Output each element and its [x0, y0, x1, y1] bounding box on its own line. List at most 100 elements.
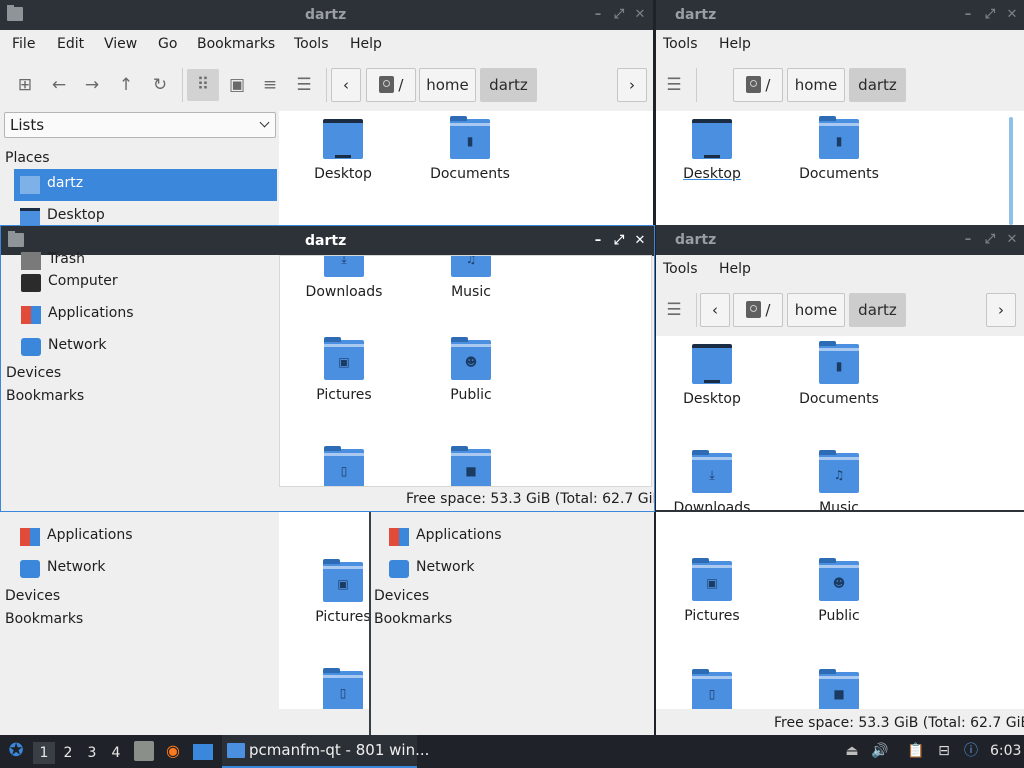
- icon-view-icon[interactable]: ⠿: [187, 69, 219, 101]
- close-icon[interactable]: ✕: [1003, 0, 1021, 30]
- path-root-button[interactable]: /: [733, 68, 783, 102]
- place-item-applications[interactable]: Applications: [14, 521, 277, 553]
- file-item[interactable]: ■: [411, 446, 531, 486]
- vertical-scrollbar[interactable]: [1009, 117, 1013, 225]
- maximize-icon[interactable]: ⤢: [610, 0, 628, 30]
- minimize-icon[interactable]: –: [959, 225, 977, 255]
- forward-icon[interactable]: →: [76, 69, 108, 101]
- maximize-icon[interactable]: ⤢: [610, 226, 628, 256]
- path-scroll-left-button[interactable]: ‹: [700, 293, 730, 327]
- file-item[interactable]: ♫ Music: [779, 450, 899, 510]
- menu-view[interactable]: View: [104, 36, 137, 52]
- file-item[interactable]: ▣ Pictures: [283, 559, 370, 667]
- workspace-4[interactable]: 4: [105, 742, 127, 764]
- eject-icon[interactable]: ⏏: [842, 741, 862, 761]
- file-item[interactable]: ▣ Pictures: [284, 337, 404, 445]
- side-pane-mode-select[interactable]: Lists: [4, 112, 276, 138]
- taskbar-task-pcmanfm[interactable]: pcmanfm-qt - 801 win...: [222, 735, 429, 768]
- workspace-3[interactable]: 3: [81, 742, 103, 764]
- volume-icon[interactable]: 🔊: [870, 741, 890, 761]
- file-item[interactable]: ▮ Documents: [410, 116, 530, 224]
- compact-view-icon[interactable]: ≡: [254, 69, 286, 101]
- up-icon[interactable]: ↑: [110, 69, 142, 101]
- firefox-icon[interactable]: ◉: [163, 741, 183, 761]
- drive-icon: [745, 301, 761, 318]
- network-status-icon[interactable]: ⊟: [934, 741, 954, 761]
- title-bar[interactable]: dartz – ⤢ ✕: [656, 225, 1024, 255]
- reload-icon[interactable]: ↻: [144, 69, 176, 101]
- path-scroll-right-button[interactable]: ›: [986, 293, 1016, 327]
- path-root-button[interactable]: /: [733, 293, 783, 327]
- path-scroll-right-button[interactable]: ›: [617, 68, 647, 102]
- file-item[interactable]: ♫ Music: [411, 256, 531, 342]
- title-bar[interactable]: dartz – ⤢ ✕: [0, 0, 653, 30]
- workspace-2[interactable]: 2: [57, 742, 79, 764]
- menu-tools[interactable]: Tools: [663, 36, 698, 52]
- file-item[interactable]: ▮ Documents: [779, 116, 899, 224]
- detailed-list-view-icon[interactable]: ☰: [658, 294, 690, 326]
- menu-help[interactable]: Help: [719, 36, 751, 52]
- path-home-button[interactable]: home: [787, 293, 845, 327]
- path-home-button[interactable]: home: [787, 68, 845, 102]
- title-bar[interactable]: dartz – ⤢ ✕: [656, 0, 1024, 30]
- place-item-dartz[interactable]: dartz: [14, 169, 277, 201]
- place-item-network[interactable]: Network: [383, 553, 646, 585]
- file-manager-launcher-icon[interactable]: [134, 741, 154, 761]
- place-item-computer[interactable]: Computer: [15, 267, 278, 299]
- notification-icon[interactable]: ⓘ: [961, 741, 981, 761]
- clipboard-icon[interactable]: 📋: [906, 741, 926, 761]
- path-scroll-left-button[interactable]: ‹: [331, 68, 361, 102]
- start-menu-icon[interactable]: ✪: [6, 741, 26, 761]
- back-icon[interactable]: ←: [43, 69, 75, 101]
- maximize-icon[interactable]: ⤢: [981, 225, 999, 255]
- file-item[interactable]: ⤓ Downloads: [656, 450, 772, 510]
- close-icon[interactable]: ✕: [631, 0, 649, 30]
- path-home-button[interactable]: home: [419, 68, 476, 102]
- menu-tools[interactable]: Tools: [294, 36, 329, 52]
- public-folder-icon: ☻: [451, 337, 491, 380]
- path-current-button[interactable]: dartz: [480, 68, 537, 102]
- new-tab-icon[interactable]: ⊞: [9, 69, 41, 101]
- minimize-icon[interactable]: –: [959, 0, 977, 30]
- menu-bookmarks[interactable]: Bookmarks: [197, 36, 275, 52]
- menu-help[interactable]: Help: [350, 36, 382, 52]
- file-item[interactable]: ☻ Public: [411, 337, 531, 445]
- place-item-applications[interactable]: Applications: [15, 299, 278, 331]
- file-item[interactable]: ▯: [284, 446, 404, 486]
- file-name: Pictures: [316, 387, 372, 403]
- file-item[interactable]: ■: [779, 669, 899, 709]
- menu-go[interactable]: Go: [158, 36, 177, 52]
- menu-tools[interactable]: Tools: [663, 261, 698, 277]
- menu-edit[interactable]: Edit: [57, 36, 84, 52]
- detailed-list-view-icon[interactable]: ☰: [288, 69, 320, 101]
- maximize-icon[interactable]: ⤢: [981, 0, 999, 30]
- file-item[interactable]: ▯: [656, 669, 772, 709]
- workspace-1[interactable]: 1: [33, 742, 55, 764]
- menu-help[interactable]: Help: [719, 261, 751, 277]
- toolbar: ⊞ ← → ↑ ↻ ⠿ ▣ ≡ ☰ ‹ / home dartz ›: [0, 60, 653, 110]
- place-item-network[interactable]: Network: [14, 553, 277, 585]
- file-item[interactable]: Desktop: [656, 344, 772, 449]
- close-icon[interactable]: ✕: [1003, 225, 1021, 255]
- detailed-list-view-icon[interactable]: ☰: [658, 69, 690, 101]
- place-item-network[interactable]: Network: [15, 331, 278, 363]
- clock[interactable]: 6:03: [990, 743, 1021, 759]
- file-item[interactable]: ▣ Pictures: [656, 558, 772, 666]
- path-current-button[interactable]: dartz: [849, 68, 906, 102]
- menu-file[interactable]: File: [12, 36, 35, 52]
- thumbnail-view-icon[interactable]: ▣: [221, 69, 253, 101]
- close-icon[interactable]: ✕: [631, 226, 649, 256]
- minimize-icon[interactable]: –: [589, 0, 607, 30]
- minimize-icon[interactable]: –: [589, 226, 607, 256]
- path-current-button[interactable]: dartz: [849, 293, 906, 327]
- place-item-desktop[interactable]: Desktop: [14, 201, 277, 225]
- file-item[interactable]: ☻ Public: [779, 558, 899, 666]
- file-item[interactable]: ▯: [283, 668, 370, 709]
- file-item[interactable]: ⤓ Downloads: [284, 256, 404, 342]
- file-item[interactable]: ▮ Documents: [779, 341, 899, 449]
- show-desktop-icon[interactable]: [193, 744, 213, 760]
- path-root-button[interactable]: /: [366, 68, 416, 102]
- place-item-applications[interactable]: Applications: [383, 521, 646, 553]
- file-item[interactable]: Desktop: [283, 119, 403, 224]
- file-item[interactable]: Desktop: [656, 119, 772, 224]
